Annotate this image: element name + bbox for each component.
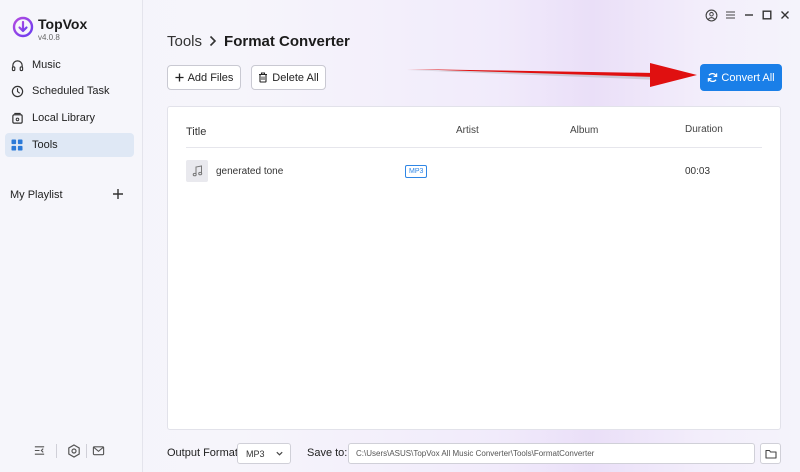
chevron-down-icon [275,449,284,460]
output-format-select[interactable]: MP3 [237,443,291,464]
trash-icon [258,72,268,83]
account-icon[interactable] [704,8,718,22]
row-duration: 00:03 [685,166,711,177]
format-badge: MP3 [405,165,428,178]
sidebar-bottom-bar [0,444,143,460]
page-title: Format Converter [224,33,350,50]
column-header-duration: Duration [685,124,723,135]
divider [86,444,87,458]
save-path-field[interactable] [348,443,755,464]
app-logo [12,16,34,38]
column-header-album: Album [570,125,599,136]
output-format-label: Output Format: [167,447,241,459]
music-note-icon [186,160,208,182]
row-title: generated tone [216,166,284,177]
sidebar-item-tools[interactable]: Tools [5,133,134,157]
convert-all-label: Convert All [721,71,775,84]
plus-icon [175,73,184,82]
convert-all-button[interactable]: Convert All [700,64,782,91]
column-header-title: Title [186,126,207,138]
menu-icon[interactable] [723,8,737,22]
grid-icon [10,138,24,152]
sidebar-item-scheduled-task[interactable]: Scheduled Task [5,79,134,103]
mail-icon[interactable] [92,444,106,458]
app-version: v4.0.8 [38,33,60,42]
plus-icon [113,189,123,199]
browse-folder-button[interactable] [760,443,781,464]
minimize-icon[interactable] [742,8,756,22]
clock-icon [10,84,24,98]
maximize-icon[interactable] [760,8,774,22]
annotation-arrow [407,63,697,87]
sidebar-item-label: Music [32,59,61,71]
playlist-label: My Playlist [10,189,63,201]
library-icon [10,111,24,125]
chevron-right-icon [209,34,217,50]
sidebar: TopVox v4.0.8 Music Scheduled Task Local… [0,0,143,472]
folder-icon [764,449,777,459]
sidebar-item-local-library[interactable]: Local Library [5,106,134,130]
app-window: TopVox v4.0.8 Music Scheduled Task Local… [0,0,800,472]
refresh-icon [707,72,718,83]
column-header-artist: Artist [456,125,479,136]
sidebar-item-label: Local Library [32,112,95,124]
headphones-icon [10,58,24,72]
breadcrumb-parent[interactable]: Tools [167,33,202,50]
app-name: TopVox [38,16,88,32]
collapse-sidebar-icon[interactable] [33,444,47,458]
add-playlist-button[interactable] [110,186,126,202]
header-divider [186,147,762,148]
sidebar-item-label: Tools [32,139,58,151]
save-to-label: Save to: [307,447,348,459]
settings-icon[interactable] [67,444,81,458]
add-files-label: Add Files [187,71,234,84]
file-table: Title Artist Album Duration generated to… [167,106,781,430]
divider [56,444,57,458]
breadcrumb: Tools Format Converter [167,33,350,50]
sidebar-item-label: Scheduled Task [32,85,110,97]
output-format-value: MP3 [246,448,265,459]
sidebar-item-music[interactable]: Music [5,53,134,77]
delete-all-label: Delete All [272,71,319,84]
close-icon[interactable] [778,8,792,22]
delete-all-button[interactable]: Delete All [251,65,326,90]
add-files-button[interactable]: Add Files [167,65,241,90]
